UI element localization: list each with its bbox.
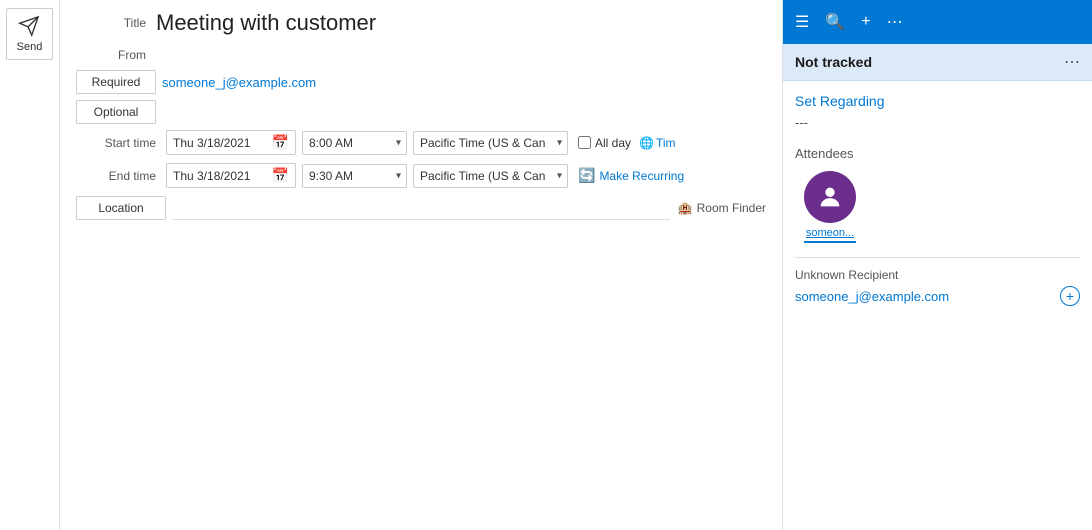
add-icon[interactable]: + — [861, 13, 870, 31]
set-regarding-button[interactable]: Set Regarding — [795, 93, 1080, 109]
location-row: Location 🏨 Room Finder — [76, 196, 766, 220]
attendee-avatar — [804, 171, 856, 223]
skype-icon: 🌐 — [639, 136, 654, 150]
unknown-recipient-email-row: someone_j@example.com + — [795, 286, 1080, 306]
optional-input[interactable] — [162, 101, 766, 124]
send-icon — [18, 15, 40, 37]
room-finder-button[interactable]: 🏨 Room Finder — [678, 201, 766, 215]
unknown-recipient-label: Unknown Recipient — [795, 268, 1080, 282]
search-icon[interactable]: 🔍 — [825, 12, 845, 32]
room-finder-icon: 🏨 — [678, 201, 693, 215]
end-calendar-icon: 📅 — [272, 167, 289, 184]
location-button[interactable]: Location — [76, 196, 166, 220]
right-panel: ☰ 🔍 + ⋯ Not tracked ⋯ Set Regarding --- … — [782, 0, 1092, 530]
right-content: Set Regarding --- Attendees someon... Un… — [783, 81, 1092, 530]
location-input[interactable] — [172, 196, 670, 220]
more-options-icon[interactable]: ⋯ — [887, 12, 903, 32]
send-button[interactable]: Send — [6, 8, 54, 60]
header-icons: ☰ 🔍 + ⋯ — [795, 12, 903, 32]
start-time-row: Start time Thu 3/18/2021 📅 8:00 AM 8:30 … — [76, 130, 766, 155]
allday-checkbox[interactable] — [578, 136, 591, 149]
main-form: Title Meeting with customer From Require… — [60, 0, 782, 530]
start-date-value: Thu 3/18/2021 — [173, 136, 268, 150]
meeting-title: Meeting with customer — [156, 10, 376, 36]
from-label: From — [76, 48, 156, 62]
required-button[interactable]: Required — [76, 70, 156, 94]
start-time-select-wrap: 8:00 AM 8:30 AM 9:00 AM 9:30 AM — [302, 131, 407, 155]
right-header: ☰ 🔍 + ⋯ — [783, 0, 1092, 44]
attendees-label: Attendees — [795, 146, 1080, 161]
unknown-recipient-email[interactable]: someone_j@example.com — [795, 289, 949, 304]
title-row: Title Meeting with customer — [76, 10, 766, 36]
start-timezone-select[interactable]: Pacific Time (US & Cana... — [413, 131, 568, 155]
skype-meeting-wrap[interactable]: 🌐 Tim — [639, 136, 676, 150]
send-panel: Send — [0, 0, 60, 530]
start-time-select[interactable]: 8:00 AM 8:30 AM 9:00 AM 9:30 AM — [302, 131, 407, 155]
hamburger-icon[interactable]: ☰ — [795, 12, 809, 32]
person-icon — [816, 183, 844, 211]
separator — [795, 257, 1080, 258]
required-row: Required — [76, 70, 766, 94]
allday-wrap: All day — [578, 136, 631, 150]
end-timezone-select[interactable]: Pacific Time (US & Cana... — [413, 164, 568, 188]
end-time-label: End time — [76, 169, 166, 183]
add-recipient-button[interactable]: + — [1060, 286, 1080, 306]
required-input[interactable] — [162, 71, 766, 94]
optional-row: Optional — [76, 100, 766, 124]
start-time-label: Start time — [76, 136, 166, 150]
end-time-row: End time Thu 3/18/2021 📅 9:30 AM 10:00 A… — [76, 163, 766, 188]
end-time-select[interactable]: 9:30 AM 10:00 AM 10:30 AM 11:00 AM — [302, 164, 407, 188]
regarding-value: --- — [795, 115, 1080, 130]
not-tracked-more-icon[interactable]: ⋯ — [1064, 52, 1080, 72]
not-tracked-bar: Not tracked ⋯ — [783, 44, 1092, 81]
make-recurring-button[interactable]: 🔄 Make Recurring — [578, 167, 684, 184]
end-date-value: Thu 3/18/2021 — [173, 169, 268, 183]
allday-label: All day — [595, 136, 631, 150]
attendee-underline — [804, 241, 856, 243]
not-tracked-label: Not tracked — [795, 54, 872, 70]
start-timezone-select-wrap: Pacific Time (US & Cana... — [413, 131, 568, 155]
end-time-select-wrap: 9:30 AM 10:00 AM 10:30 AM 11:00 AM — [302, 164, 407, 188]
end-timezone-select-wrap: Pacific Time (US & Cana... — [413, 164, 568, 188]
unknown-recipient-section: Unknown Recipient someone_j@example.com … — [795, 268, 1080, 306]
end-date-picker[interactable]: Thu 3/18/2021 📅 — [166, 163, 296, 188]
title-label: Title — [76, 16, 156, 30]
recurring-label: Make Recurring — [599, 169, 684, 183]
start-date-picker[interactable]: Thu 3/18/2021 📅 — [166, 130, 296, 155]
attendee-name[interactable]: someon... — [806, 227, 854, 239]
from-row: From — [76, 48, 766, 62]
room-finder-label: Room Finder — [697, 201, 766, 215]
optional-button[interactable]: Optional — [76, 100, 156, 124]
send-label: Send — [17, 41, 43, 53]
attendee-card: someon... — [795, 171, 865, 243]
calendar-icon: 📅 — [272, 134, 289, 151]
recurring-icon: 🔄 — [578, 167, 595, 184]
skype-label: Tim — [656, 136, 676, 150]
